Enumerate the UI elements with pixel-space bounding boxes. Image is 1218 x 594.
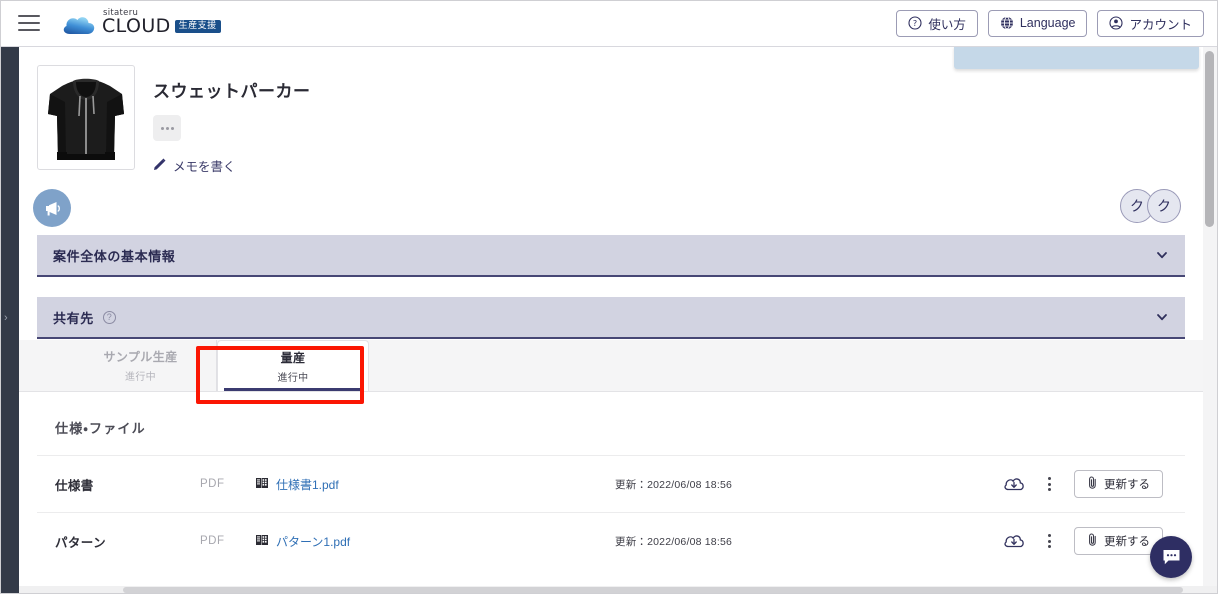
account-circle-icon <box>1109 16 1124 30</box>
accordion-basic-info-label: 案件全体の基本情報 <box>53 248 176 264</box>
vertical-scrollbar[interactable] <box>1203 47 1216 594</box>
language-button-label: Language <box>1019 16 1076 30</box>
avatar-initial: ク <box>1157 198 1171 214</box>
brand-logo[interactable]: sitateru CLOUD 生産支援 <box>62 9 221 38</box>
tab-mass-production-state: 進行中 <box>277 372 309 384</box>
paperclip-icon <box>1087 533 1098 549</box>
file-row-link[interactable]: パターン1.pdf <box>255 533 615 550</box>
tab-mass-production[interactable]: 量産 進行中 <box>217 340 369 391</box>
accordion-share-targets[interactable]: 共有先 ? <box>37 297 1185 339</box>
table-row: 仕様書 PDF 仕様書1.pdf 更新：2022/06/08 18:56 更新す… <box>37 455 1185 512</box>
sidebar-expand-chevron-icon[interactable]: › <box>4 313 8 324</box>
chevron-down-icon[interactable] <box>1155 248 1169 262</box>
top-bar: sitateru CLOUD 生産支援 ? 使い方 Language アカウント <box>0 0 1218 47</box>
announce-and-members-row: ク ク <box>19 183 1203 235</box>
paperclip-icon <box>1087 476 1098 492</box>
account-button[interactable]: アカウント <box>1097 9 1204 37</box>
update-file-button-label: 更新する <box>1104 479 1150 491</box>
question-circle-icon: ? <box>908 16 922 30</box>
file-row-type: PDF <box>200 535 225 547</box>
account-button-label: アカウント <box>1129 17 1192 32</box>
write-memo-label: メモを書く <box>173 160 236 174</box>
files-section-title: 仕様・ファイル <box>55 421 146 436</box>
update-file-button[interactable]: 更新する <box>1074 470 1163 498</box>
brand-text: sitateru CLOUD 生産支援 <box>102 9 221 38</box>
tab-sample-production-state: 進行中 <box>125 372 156 383</box>
globe-icon <box>1000 16 1014 30</box>
accordion-basic-info[interactable]: 案件全体の基本情報 <box>37 235 1185 277</box>
production-stage-tabs: サンプル生産 進行中 量産 進行中 <box>19 340 1203 404</box>
brand-title: CLOUD 生産支援 <box>102 17 221 37</box>
file-row-label: パターン <box>55 535 106 550</box>
write-memo-link[interactable]: メモを書く <box>153 156 311 175</box>
kebab-menu-icon[interactable] <box>1043 475 1056 493</box>
accordion-gap <box>19 277 1203 297</box>
app-root: sitateru CLOUD 生産支援 ? 使い方 Language アカウント… <box>0 0 1218 594</box>
top-overlay-panel[interactable] <box>954 47 1199 69</box>
cloud-download-icon[interactable] <box>1003 475 1025 493</box>
accordion-share-targets-label: 共有先 <box>53 310 94 326</box>
avatar-initial: ク <box>1130 198 1144 214</box>
cloud-download-icon[interactable] <box>1003 532 1025 550</box>
chevron-down-icon[interactable] <box>1155 310 1169 324</box>
megaphone-icon[interactable] <box>33 189 71 227</box>
file-row-type: PDF <box>200 478 225 490</box>
table-row: パターン PDF パターン1.pdf 更新：2022/06/08 18:56 更… <box>37 512 1185 569</box>
page-title: スウェットパーカー <box>153 82 311 101</box>
document-grid-icon <box>255 533 269 550</box>
black-zip-hoodie-image <box>40 67 132 168</box>
update-file-button[interactable]: 更新する <box>1074 527 1163 555</box>
svg-text:?: ? <box>913 19 917 28</box>
avatar[interactable]: ク <box>1147 189 1181 223</box>
page-scroll-area: スウェットパーカー メモを書く ク ク 案件全体の基本情報 共有先 ? サンプル… <box>19 47 1218 594</box>
cloud-logo-icon <box>62 14 96 36</box>
tab-mass-production-name: 量産 <box>280 350 306 365</box>
help-button[interactable]: ? 使い方 <box>896 9 978 37</box>
product-more-button[interactable] <box>153 115 181 141</box>
file-row-updated: 更新：2022/06/08 18:56 <box>615 535 733 548</box>
vertical-scrollbar-thumb[interactable] <box>1205 51 1214 227</box>
content-card: スウェットパーカー メモを書く ク ク 案件全体の基本情報 共有先 ? サンプル… <box>19 47 1203 589</box>
member-avatars: ク ク <box>1120 189 1181 223</box>
file-row-label: 仕様書 <box>55 478 94 493</box>
help-circle-icon[interactable]: ? <box>102 310 116 324</box>
file-row-filename: 仕様書1.pdf <box>276 477 339 492</box>
brand-badge: 生産支援 <box>174 20 221 34</box>
topbar-actions: ? 使い方 Language アカウント <box>896 9 1204 37</box>
kebab-menu-icon[interactable] <box>1043 532 1056 550</box>
file-row-link[interactable]: 仕様書1.pdf <box>255 476 615 493</box>
document-grid-icon <box>255 476 269 493</box>
tab-sample-production[interactable]: サンプル生産 進行中 <box>65 340 217 391</box>
chat-bubble-icon[interactable] <box>1150 536 1192 578</box>
horizontal-scrollbar[interactable] <box>19 586 1218 594</box>
help-button-label: 使い方 <box>928 17 966 32</box>
language-button[interactable]: Language <box>987 9 1088 37</box>
pencil-icon <box>153 158 166 174</box>
hamburger-icon[interactable] <box>18 15 40 31</box>
product-thumbnail[interactable] <box>37 65 135 170</box>
file-row-updated: 更新：2022/06/08 18:56 <box>615 478 733 491</box>
update-file-button-label: 更新する <box>1104 536 1150 548</box>
left-rail: › <box>0 47 19 594</box>
file-row-actions: 更新する <box>1003 470 1185 498</box>
horizontal-scrollbar-thumb[interactable] <box>123 587 1183 593</box>
files-section: 仕様・ファイル 仕様書 PDF 仕様書1.pdf 更新：2022/06/08 1… <box>19 392 1203 569</box>
tab-sample-production-name: サンプル生産 <box>103 350 178 364</box>
file-row-filename: パターン1.pdf <box>276 534 351 549</box>
product-info: スウェットパーカー メモを書く <box>153 65 311 175</box>
